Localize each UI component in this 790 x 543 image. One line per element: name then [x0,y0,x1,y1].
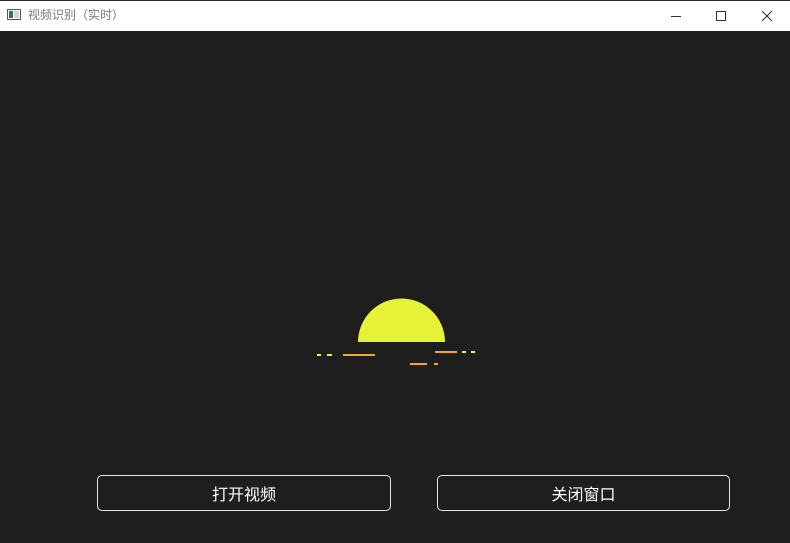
maximize-button[interactable] [698,1,744,31]
maximize-icon [716,11,726,21]
minimize-icon [671,16,681,17]
close-window-button[interactable]: 关闭窗口 [437,475,730,511]
horizon-lines [317,351,475,365]
title-bar[interactable]: 视频识别（实时） [0,0,790,31]
app-window: 视频识别（实时） 打开视频 关闭窗口 [0,0,790,543]
app-icon [7,9,21,20]
video-display-area: 打开视频 关闭窗口 [0,31,790,543]
sun-shape [358,298,445,342]
close-icon [761,10,773,22]
minimize-button[interactable] [653,1,699,31]
window-title: 视频识别（实时） [28,8,125,22]
open-video-button[interactable]: 打开视频 [97,475,391,511]
close-button[interactable] [744,1,790,31]
sunset-icon [317,298,475,365]
